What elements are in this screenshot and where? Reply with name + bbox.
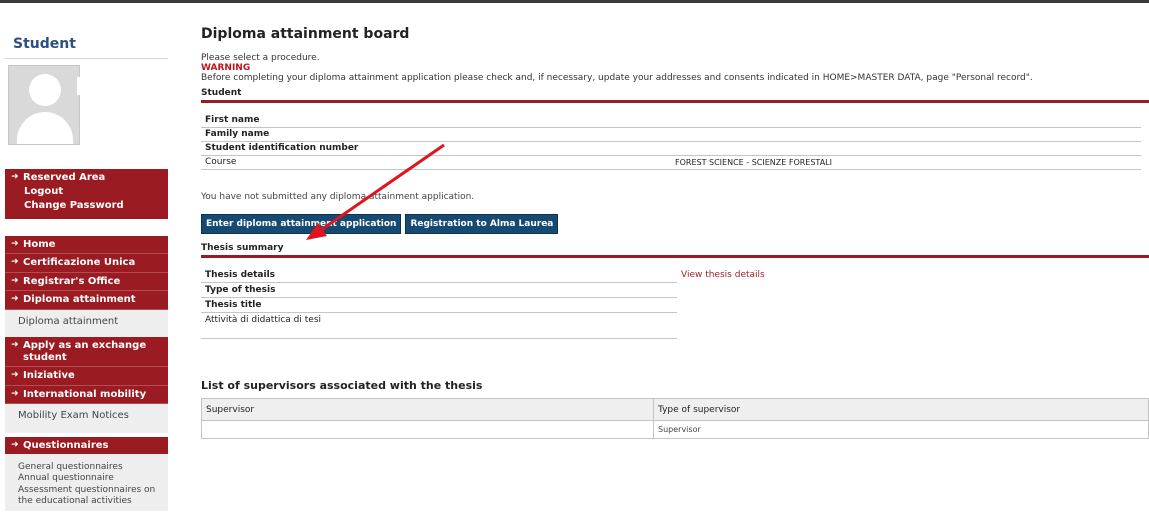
section-divider — [201, 100, 1149, 104]
alma-laurea-button[interactable]: Registration to Alma Laurea — [405, 213, 559, 234]
main-content: Diploma attainment board Please select a… — [201, 26, 1149, 440]
row-label: Thesis details — [201, 267, 677, 284]
nav-questionnaires-block: ➜ Questionnaires — [5, 436, 168, 455]
row-value — [671, 141, 871, 156]
table-row: Thesis title — [201, 297, 769, 314]
column-header: Supervisor — [201, 398, 654, 422]
nav-questionnaires[interactable]: ➜ Questionnaires — [5, 437, 168, 455]
nav-label: Certificazione Unica — [23, 257, 136, 268]
row-value — [677, 313, 769, 339]
nav-label: Home — [23, 238, 56, 250]
nav-label: Apply as an exchange student — [23, 340, 147, 363]
profile-box — [5, 63, 168, 151]
nav-label: Diploma attainment — [23, 294, 136, 305]
account-menu: ➜ Reserved Area Logout Change Password — [5, 169, 168, 219]
table-row: Course FOREST SCIENCE - SCIENZE FORESTAL… — [201, 155, 1141, 170]
arrow-right-icon: ➜ — [11, 388, 19, 399]
table-row: Attività di didattica di tesi — [201, 312, 769, 340]
row-value-2 — [871, 141, 1141, 156]
view-thesis-link[interactable]: View thesis details — [677, 268, 769, 283]
row-value-2 — [871, 113, 1141, 128]
prompt-text: Please select a procedure. — [201, 53, 320, 63]
section-divider — [201, 254, 1149, 258]
nav-label: Registrar's Office — [23, 275, 121, 287]
student-table: First name Family name Student identific… — [201, 113, 1141, 170]
supervisor-type: Supervisor — [653, 420, 1149, 440]
nav-iniziative[interactable]: ➜ Iniziative — [5, 367, 168, 386]
table-row: Family name — [201, 127, 1141, 142]
column-header: Type of supervisor — [653, 398, 1149, 422]
nav-intl-sub[interactable]: Mobility Exam Notices — [5, 404, 168, 433]
menu-reserved-area[interactable]: ➜ Reserved Area — [5, 169, 168, 185]
warning-label: WARNING — [201, 63, 251, 74]
action-buttons: Enter diploma attainment application Reg… — [201, 213, 1149, 234]
row-label: First name — [201, 113, 671, 128]
questionnaires-submenu: General questionnaires Annual questionna… — [5, 454, 168, 511]
enter-application-button[interactable]: Enter diploma attainment application — [201, 213, 402, 234]
warning-text: Before completing your diploma attainmen… — [201, 73, 1033, 84]
table-row: First name — [201, 113, 1141, 128]
menu-change-password[interactable]: Change Password — [5, 199, 168, 213]
nav-intl[interactable]: ➜ International mobility — [5, 386, 168, 404]
sidebar: Student ➜ Reserved Area Logout Change Pa… — [5, 26, 168, 511]
menu-label: Reserved Area — [23, 172, 106, 183]
arrow-right-icon: ➜ — [11, 340, 19, 350]
table-row: Thesis details View thesis details — [201, 267, 769, 284]
supervisors-title: List of supervisors associated with the … — [201, 379, 483, 393]
row-value — [671, 127, 871, 142]
avatar — [8, 65, 80, 145]
table-row: Supervisor — [201, 420, 1149, 440]
row-label: Family name — [201, 127, 671, 142]
nav-exchange[interactable]: ➜ Apply as an exchange student — [5, 337, 168, 367]
nav-label: International mobility — [23, 388, 147, 400]
arrow-right-icon: ➜ — [11, 172, 19, 182]
course-value: FOREST SCIENCE - SCIENZE FORESTALI — [671, 155, 1141, 170]
row-value — [677, 298, 769, 313]
main-nav-2: ➜ Apply as an exchange student ➜ Iniziat… — [5, 337, 168, 404]
nav-diploma[interactable]: ➜ Diploma attainment — [5, 291, 168, 310]
row-label: Student identification number — [201, 141, 671, 156]
nav-general-questionnaires[interactable]: General questionnaires — [18, 462, 168, 473]
arrow-right-icon: ➜ — [11, 370, 19, 380]
table-header: Supervisor Type of supervisor — [201, 398, 1149, 422]
nav-home[interactable]: ➜ Home — [5, 236, 168, 254]
student-section-title: Student — [201, 88, 242, 99]
table-row: Type of thesis — [201, 282, 769, 299]
nav-annual-questionnaire[interactable]: Annual questionnaire — [18, 473, 168, 484]
row-label: Type of thesis — [201, 282, 677, 299]
user-name — [77, 77, 143, 95]
row-label: Attività di didattica di tesi — [201, 312, 677, 340]
nav-certificazione[interactable]: ➜ Certificazione Unica — [5, 254, 168, 273]
menu-logout[interactable]: Logout — [5, 185, 168, 199]
arrow-right-icon: ➜ — [11, 294, 19, 304]
sidebar-title: Student — [13, 36, 76, 52]
row-label: Thesis title — [201, 297, 677, 314]
nav-diploma-sub[interactable]: Diploma attainment — [5, 309, 168, 337]
arrow-right-icon: ➜ — [11, 275, 19, 286]
arrow-right-icon: ➜ — [11, 257, 19, 267]
supervisor-name — [201, 420, 654, 440]
nav-label: Questionnaires — [23, 439, 109, 451]
divider — [5, 58, 168, 59]
row-label: Course — [201, 155, 671, 170]
table-row: Student identification number — [201, 141, 1141, 156]
intro-block: Please select a procedure. WARNING Befor… — [201, 53, 1149, 83]
nav-label: Iniziative — [23, 370, 75, 381]
arrow-right-icon: ➜ — [11, 238, 19, 249]
link-text[interactable]: View thesis details — [681, 270, 765, 280]
nav-registrar[interactable]: ➜ Registrar's Office — [5, 273, 168, 291]
row-value-2 — [871, 127, 1141, 142]
nav-assessment-questionnaires[interactable]: Assessment questionnaires on the educati… — [18, 485, 168, 508]
supervisors-table: Supervisor Type of supervisor Supervisor — [201, 398, 1149, 440]
page-title: Diploma attainment board — [201, 26, 410, 42]
top-border — [0, 0, 1149, 3]
status-text: You have not submitted any diploma attai… — [201, 191, 475, 202]
row-value — [671, 113, 871, 128]
thesis-table: Thesis details View thesis details Type … — [201, 267, 769, 340]
row-value — [677, 283, 769, 298]
arrow-right-icon: ➜ — [11, 439, 19, 450]
thesis-section-title: Thesis summary — [201, 242, 284, 253]
main-nav: ➜ Home ➜ Certificazione Unica ➜ Registra… — [5, 235, 168, 310]
